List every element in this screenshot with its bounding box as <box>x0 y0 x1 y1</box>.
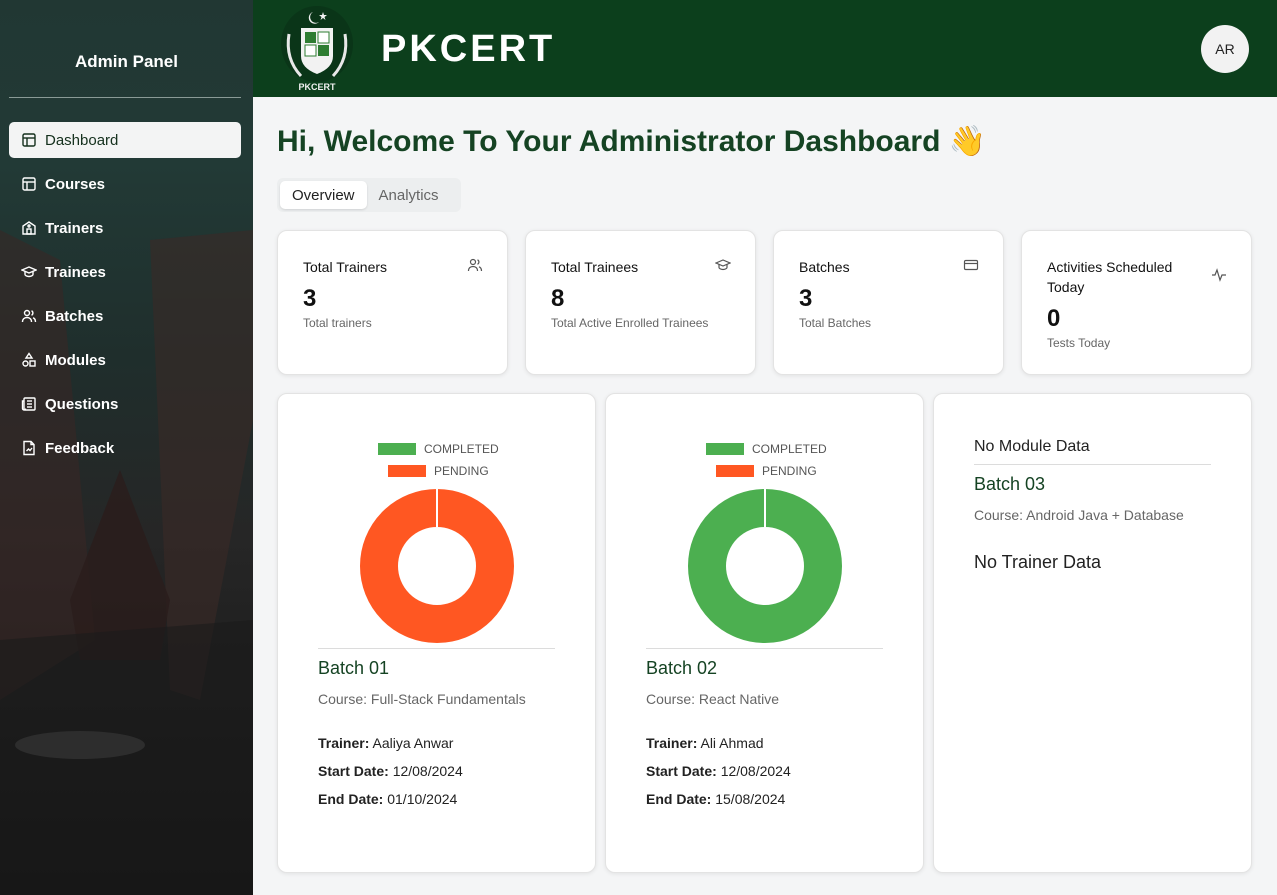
batch-course: Course: Android Java + Database <box>974 507 1184 523</box>
batch-card-03: No Module Data Batch 03 Course: Android … <box>933 393 1252 873</box>
legend-label: PENDING <box>434 464 489 478</box>
batch-name: Batch 02 <box>646 658 718 678</box>
legend-pending[interactable]: PENDING <box>716 464 817 478</box>
batch-name: Batch 03 <box>974 474 1046 494</box>
pkcert-logo: PKCERT <box>281 6 353 92</box>
legend-label: COMPLETED <box>752 442 827 456</box>
graduation-cap-icon <box>715 259 731 271</box>
batch-start-date: Start Date: 12/08/2024 <box>646 763 791 779</box>
sidebar-item-label: Feedback <box>45 439 115 457</box>
building-icon <box>21 220 37 236</box>
batch-trainer: Trainer: Aaliya Anwar <box>318 735 454 751</box>
shapes-icon <box>21 352 37 368</box>
sidebar-title: Admin Panel <box>75 52 178 71</box>
stat-title: Activities Scheduled Today <box>1047 259 1173 295</box>
batch-card-01: COMPLETED PENDING Batch 01 Course: Full-… <box>277 393 596 873</box>
activity-icon <box>1212 268 1226 282</box>
sidebar-item-label: Trainers <box>45 219 104 237</box>
legend-swatch <box>706 443 744 455</box>
sidebar-item-label: Courses <box>45 175 106 193</box>
sidebar-item-questions[interactable]: Questions <box>9 386 241 422</box>
sidebar: Admin Panel Dashboard Courses Trainers T… <box>0 0 253 895</box>
sidebar-item-label: Questions <box>45 395 119 413</box>
card-divider <box>646 648 883 649</box>
stat-title: Batches <box>799 259 850 275</box>
batch-trainer: Trainer: Ali Ahmad <box>646 735 764 751</box>
stat-card-trainees: Total Trainees 8 Total Active Enrolled T… <box>525 230 756 375</box>
legend-label: COMPLETED <box>424 442 499 456</box>
stat-subtitle: Tests Today <box>1047 336 1111 350</box>
sidebar-item-label: Dashboard <box>45 131 119 149</box>
newspaper-icon <box>21 396 37 412</box>
no-module-data: No Module Data <box>974 438 1090 455</box>
top-header: PKCERT PKCERT AR <box>253 0 1277 97</box>
stat-value: 0 <box>1047 305 1061 332</box>
sidebar-item-modules[interactable]: Modules <box>9 342 241 378</box>
users-icon <box>467 258 483 272</box>
page-title: Hi, Welcome To Your Administrator Dashbo… <box>277 125 987 158</box>
layout-icon <box>21 176 37 192</box>
legend-completed[interactable]: COMPLETED <box>706 442 827 456</box>
batch-card-02: COMPLETED PENDING Batch 02 Course: React… <box>605 393 924 873</box>
sidebar-item-batches[interactable]: Batches <box>9 298 241 334</box>
card-divider <box>974 464 1211 465</box>
batch-progress-donut[interactable] <box>688 489 842 643</box>
sidebar-item-label: Batches <box>45 307 104 325</box>
legend-swatch <box>716 465 754 477</box>
graduation-cap-icon <box>21 264 37 280</box>
legend-swatch <box>388 465 426 477</box>
legend-pending[interactable]: PENDING <box>388 464 489 478</box>
layout-icon <box>21 132 37 148</box>
batch-start-date: Start Date: 12/08/2024 <box>318 763 463 779</box>
sidebar-item-courses[interactable]: Courses <box>9 166 241 202</box>
tab-analytics[interactable]: Analytics <box>367 181 451 209</box>
batch-end-date: End Date: 15/08/2024 <box>646 791 786 807</box>
batch-progress-donut[interactable] <box>360 489 514 643</box>
users-icon <box>21 308 37 324</box>
sidebar-divider <box>9 97 241 98</box>
tab-overview[interactable]: Overview <box>280 181 367 209</box>
stat-value: 8 <box>551 285 565 312</box>
avatar[interactable]: AR <box>1201 25 1249 73</box>
sidebar-item-dashboard[interactable]: Dashboard <box>9 122 241 158</box>
tab-list: Overview Analytics <box>277 178 461 212</box>
sidebar-nav: Dashboard Courses Trainers Trainees Batc… <box>9 122 241 474</box>
sidebar-item-feedback[interactable]: Feedback <box>9 430 241 466</box>
stat-subtitle: Total Active Enrolled Trainees <box>551 316 709 330</box>
stat-value: 3 <box>799 285 813 312</box>
sidebar-item-trainers[interactable]: Trainers <box>9 210 241 246</box>
credit-card-icon <box>963 259 979 271</box>
stat-card-activities: Activities Scheduled Today 0 Tests Today <box>1021 230 1252 375</box>
batch-end-date: End Date: 01/10/2024 <box>318 791 458 807</box>
legend-label: PENDING <box>762 464 817 478</box>
stat-card-batches: Batches 3 Total Batches <box>773 230 1004 375</box>
legend-swatch <box>378 443 416 455</box>
legend-completed[interactable]: COMPLETED <box>378 442 499 456</box>
sidebar-item-label: Trainees <box>45 263 106 281</box>
no-trainer-data: No Trainer Data <box>974 552 1102 572</box>
stat-subtitle: Total trainers <box>303 316 372 330</box>
file-chart-icon <box>21 440 37 456</box>
card-divider <box>318 648 555 649</box>
batch-course: Course: React Native <box>646 691 780 707</box>
stat-card-trainers: Total Trainers 3 Total trainers <box>277 230 508 375</box>
stat-title: Total Trainers <box>303 259 388 275</box>
sidebar-item-label: Modules <box>45 351 106 369</box>
batch-name: Batch 01 <box>318 658 390 678</box>
stat-subtitle: Total Batches <box>799 316 872 330</box>
brand-title: PKCERT <box>381 28 556 70</box>
sidebar-item-trainees[interactable]: Trainees <box>9 254 241 290</box>
svg-text:PKCERT: PKCERT <box>298 82 336 92</box>
batch-course: Course: Full-Stack Fundamentals <box>318 691 526 707</box>
stat-title: Total Trainees <box>551 259 639 275</box>
stat-value: 3 <box>303 285 317 312</box>
